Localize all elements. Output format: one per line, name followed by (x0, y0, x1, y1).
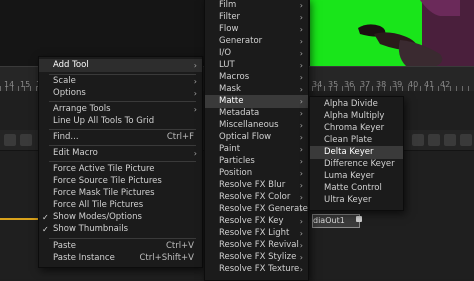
viewer-image (300, 0, 474, 66)
menu-item-ultra-keyer[interactable]: Ultra Keyer (310, 194, 403, 207)
tick-label: 35 (328, 80, 339, 89)
menu-item-show-thumbnails[interactable]: ✓ Show Thumbnails (39, 223, 202, 236)
toolbar-tool-icon[interactable] (4, 134, 16, 146)
menu-item-resolve-fx-texture[interactable]: Resolve FX Texture › (205, 263, 308, 276)
tick-label: 40 (408, 80, 419, 89)
tick-label: 38 (376, 80, 387, 89)
add-tool-submenu: Film › Filter › Flow › Generator › I/O › LUT ›… (204, 0, 309, 281)
tick-label: 14 (4, 80, 15, 89)
menu-item-options[interactable]: Options › (39, 87, 202, 100)
submenu-arrow-icon: › (193, 61, 197, 70)
menu-separator (49, 145, 196, 146)
toolbar-tool-icon[interactable] (412, 134, 424, 146)
tick-label: 39 (392, 80, 403, 89)
node-label: diaOut1 (313, 216, 345, 225)
toolbar-tool-icon[interactable] (428, 134, 440, 146)
matte-submenu: Alpha Divide Alpha Multiply Chroma Keyer… (309, 96, 404, 211)
tick-label: 37 (360, 80, 371, 89)
menu-item-add-tool[interactable]: Add Tool › (39, 59, 202, 72)
tick-label: 41 (424, 80, 435, 89)
submenu-arrow-icon: › (193, 149, 197, 158)
checkmark-icon: ✓ (42, 225, 49, 234)
toolbar-tool-icon[interactable] (20, 134, 32, 146)
tick-label: 36 (344, 80, 355, 89)
menu-item-paste-instance[interactable]: Paste Instance Ctrl+Shift+V (39, 252, 202, 265)
node-output-port[interactable] (356, 216, 362, 222)
menu-separator (49, 238, 196, 239)
menu-item-find[interactable]: Find... Ctrl+F (39, 131, 202, 144)
menu-separator (49, 101, 196, 102)
submenu-arrow-icon: › (299, 265, 303, 274)
media-out-node[interactable]: diaOut1 (312, 214, 360, 228)
menu-item-line-up-tools[interactable]: Line Up All Tools To Grid (39, 115, 202, 128)
menu-item-edit-macro[interactable]: Edit Macro › (39, 147, 202, 160)
submenu-arrow-icon: › (193, 89, 197, 98)
menu-separator (49, 161, 196, 162)
toolbar-tool-icon[interactable] (444, 134, 456, 146)
tick-label: 34 (312, 80, 323, 89)
toolbar-tool-icon[interactable] (460, 134, 472, 146)
context-menu: Add Tool › Scale › Options › Arrange Too… (38, 56, 203, 268)
tick-label: 42 (440, 80, 451, 89)
tick-label: 15 (20, 80, 31, 89)
node-connection-line[interactable] (0, 218, 40, 220)
menu-separator (49, 129, 196, 130)
